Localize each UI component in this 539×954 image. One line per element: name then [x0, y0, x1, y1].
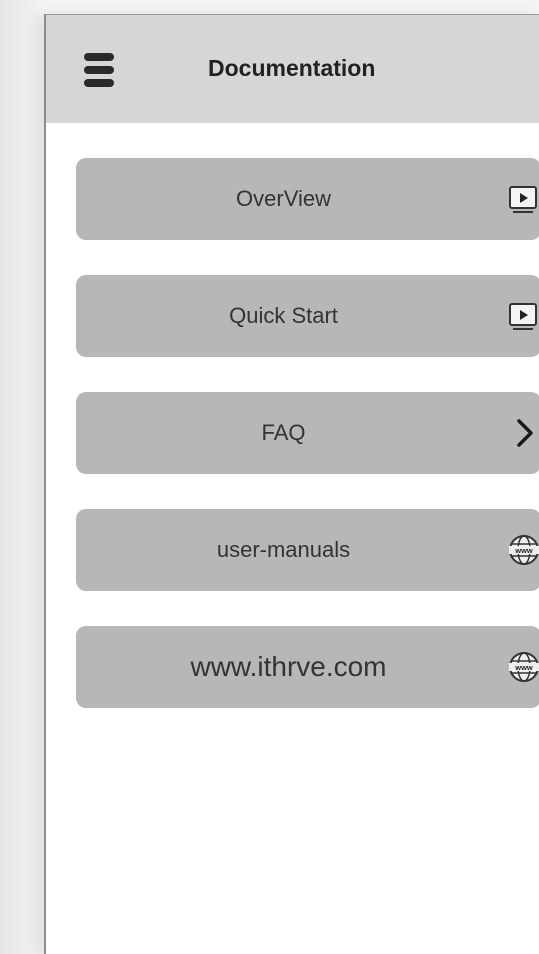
play-video-icon [509, 186, 537, 213]
quick-start-button[interactable]: Quick Start [76, 275, 539, 357]
user-manuals-button[interactable]: user-manuals www [76, 509, 539, 591]
svg-text:www: www [514, 546, 533, 555]
app-panel: Documentation OverView Quick Start FAQ u… [44, 14, 539, 954]
documentation-menu: OverView Quick Start FAQ user-manuals ww… [76, 158, 539, 743]
overview-button[interactable]: OverView [76, 158, 539, 240]
globe-www-icon: www [509, 535, 539, 565]
svg-text:www: www [514, 663, 533, 672]
overview-label: OverView [236, 186, 331, 211]
quick-start-label: Quick Start [229, 303, 338, 328]
page-title: Documentation [208, 55, 376, 81]
globe-www-icon: www [509, 652, 539, 682]
navigation-header: Documentation [46, 15, 539, 123]
screen-background: Documentation OverView Quick Start FAQ u… [0, 0, 539, 954]
hamburger-menu-icon[interactable] [82, 51, 116, 89]
user-manuals-label: user-manuals [216, 537, 351, 562]
play-video-icon [509, 303, 537, 330]
faq-button[interactable]: FAQ [76, 392, 539, 474]
chevron-right-icon [517, 419, 533, 447]
website-label: www.ithrve.com [190, 651, 387, 682]
website-button[interactable]: www.ithrve.com www [76, 626, 539, 708]
faq-label: FAQ [261, 420, 306, 445]
